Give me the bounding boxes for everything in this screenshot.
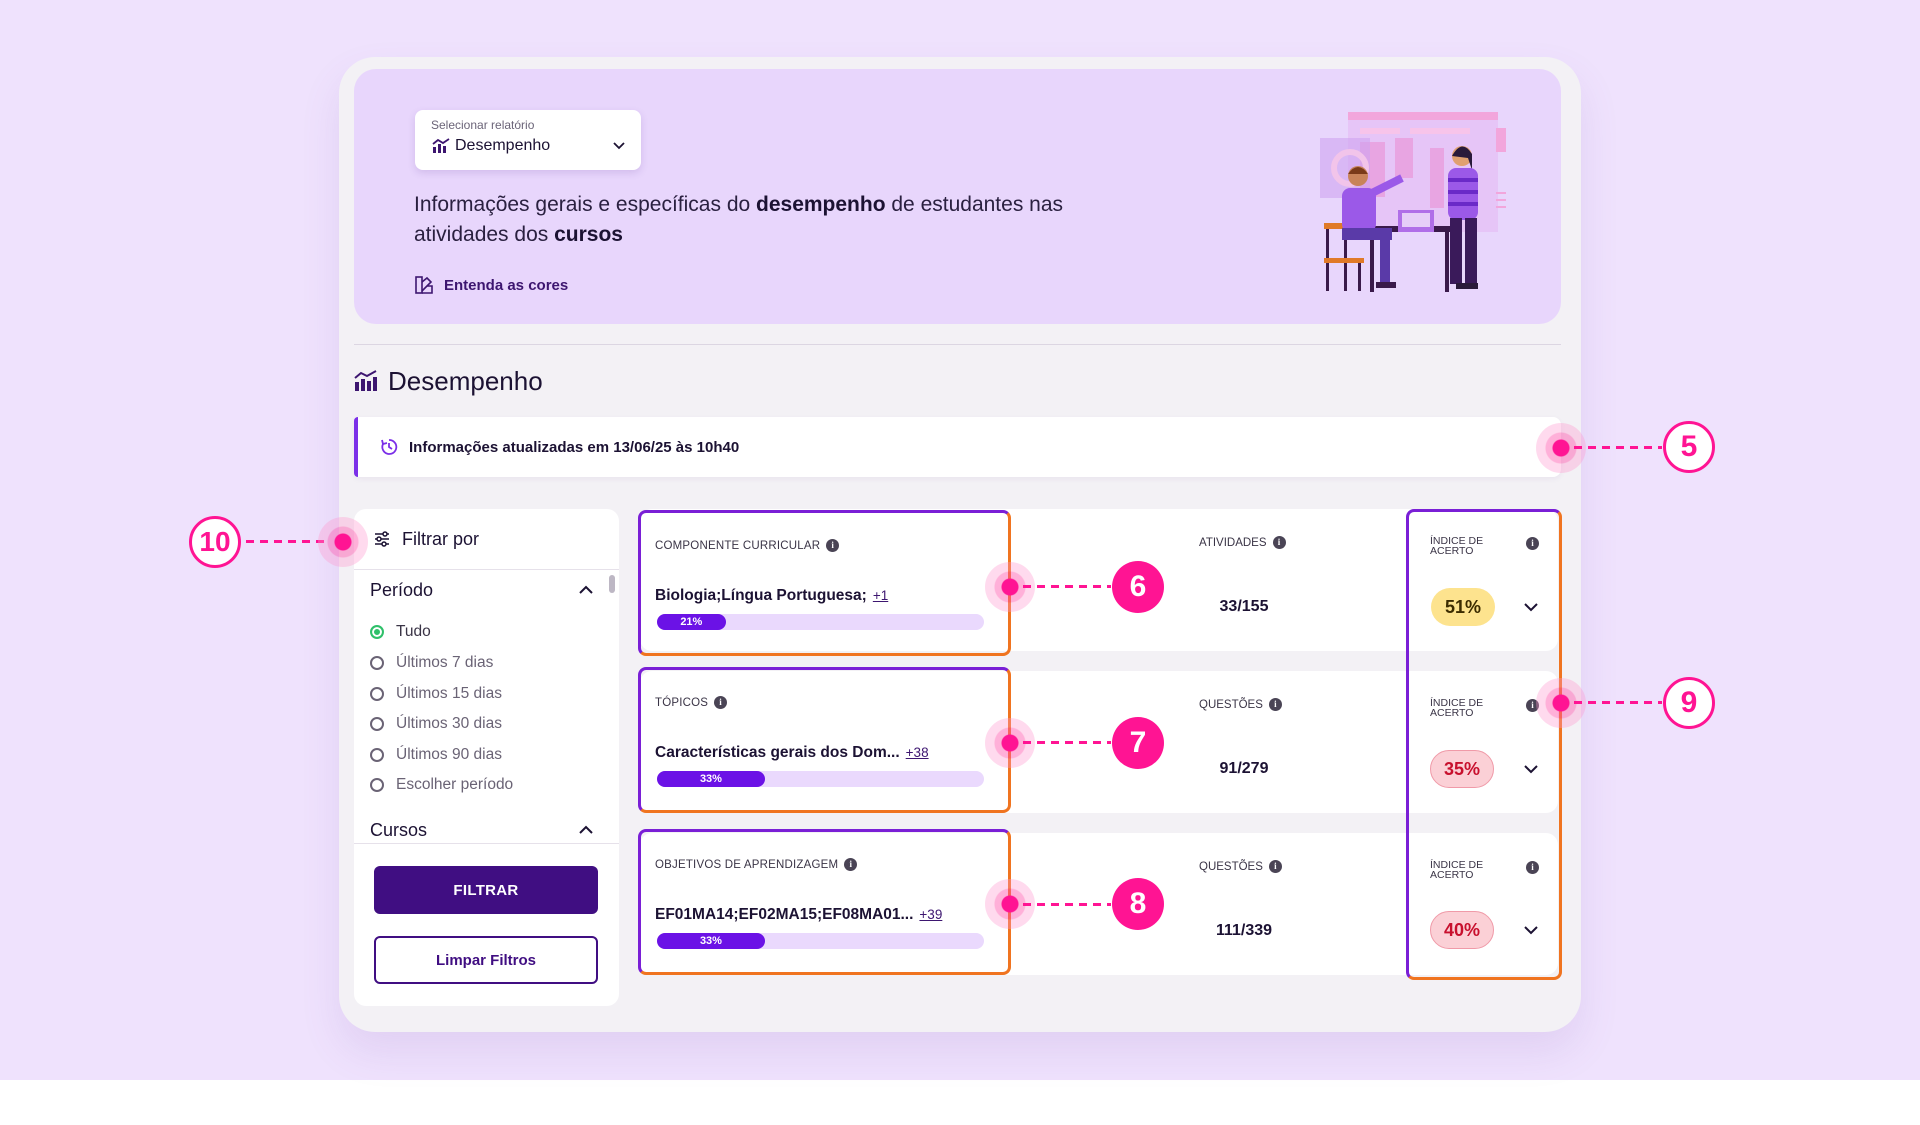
chevron-up-icon [579,585,593,594]
report-select-value: Desempenho [455,137,551,154]
curricular-component-label: COMPONENTE CURRICULAR i [655,539,840,552]
period-option-15-days[interactable]: Últimos 15 dias [370,684,502,704]
period-group-toggle[interactable]: Período [370,575,595,605]
callout-number: 6 [1112,561,1164,613]
callout-line [1023,585,1111,588]
more-topics-link[interactable]: +38 [906,745,929,760]
info-icon[interactable]: i [1526,861,1539,874]
courses-divider [354,843,619,844]
period-option-90-days[interactable]: Últimos 90 dias [370,745,502,765]
info-icon[interactable]: i [1268,860,1282,873]
chevron-down-icon[interactable] [1522,598,1540,616]
radio-selected-icon [370,625,384,639]
learning-objectives-label: OBJETIVOS DE APRENDIZAGEM i [655,858,858,871]
radio-icon [370,778,384,792]
radio-icon [370,717,384,731]
radio-icon [370,656,384,670]
callout-line [1023,903,1111,906]
questions-value: 91/279 [1219,760,1269,777]
callout-line [1023,741,1111,744]
questions-value: 111/339 [1215,922,1273,939]
activities-value: 33/155 [1219,598,1269,615]
chart-icon [354,370,377,391]
courses-label: Cursos [370,819,428,840]
progress-fill: 33% [657,933,765,949]
topics-value: Características gerais dos Dom... +38 [655,744,929,761]
callout-marker [318,517,368,567]
questions-label: QUESTÕES i [1199,860,1282,873]
info-icon[interactable]: i [1268,698,1282,711]
accuracy-label: ÍNDICE DE ACERTO [1430,697,1484,719]
chevron-down-icon [613,142,625,150]
period-option-30-days[interactable]: Últimos 30 dias [370,714,502,734]
update-info-bar: Informações atualizadas em 13/06/25 às 1… [354,417,1561,477]
callout-line [1574,446,1662,449]
report-select-dropdown[interactable]: Selecionar relatório Desempenho [415,110,641,170]
sliders-icon [375,531,389,547]
topics-label: TÓPICOS i [655,696,728,709]
learning-objectives-section: OBJETIVOS DE APRENDIZAGEM i EF01MA14;EF02… [638,829,1011,975]
report-select-label: Selecionar relatório [431,118,535,132]
period-option-7-days[interactable]: Últimos 7 dias [370,653,493,673]
chevron-down-icon[interactable] [1522,921,1540,939]
info-icon[interactable]: i [714,696,728,709]
callout-number: 7 [1112,717,1164,769]
section-title: Desempenho [354,364,543,398]
update-timestamp: Informações atualizadas em 13/06/25 às 1… [409,439,740,456]
section-divider [354,344,1561,345]
curricular-component-section: COMPONENTE CURRICULAR i Biologia;Língua P… [638,510,1011,656]
accuracy-badge: 40% [1430,911,1494,949]
filter-button[interactable]: FILTRAR [374,866,598,914]
curricular-progress-bar: 21% [657,614,984,630]
callout-line [246,540,324,543]
callout-line [1574,701,1662,704]
courses-group-toggle[interactable]: Cursos [370,815,595,845]
progress-fill: 33% [657,771,765,787]
learning-objectives-value: EF01MA14;EF02MA15;EF08MA01... +39 [655,906,943,923]
info-icon[interactable]: i [1272,536,1286,549]
radio-icon [370,748,384,762]
callout-number: 9 [1663,677,1715,729]
accuracy-badge: 35% [1430,750,1494,788]
progress-fill: 21% [657,614,726,630]
section-title-label: Desempenho [388,365,543,396]
questions-label: QUESTÕES i [1199,698,1282,711]
period-option-custom[interactable]: Escolher período [370,775,513,795]
chevron-up-icon [579,825,593,834]
accuracy-badge: 51% [1431,588,1495,626]
period-label: Período [370,579,434,600]
topics-section: TÓPICOS i Características gerais dos Dom.… [638,667,1011,813]
accuracy-label: ÍNDICE DE ACERTO [1430,859,1484,881]
understand-colors-link[interactable]: Entenda as cores [414,273,568,297]
info-icon[interactable]: i [826,539,840,552]
accuracy-label: ÍNDICE DE ACERTO [1430,535,1484,557]
clear-filters-button[interactable]: Limpar Filtros [374,936,598,984]
radio-icon [370,687,384,701]
activities-label: ATIVIDADES i [1199,536,1286,549]
callout-number: 10 [189,516,241,568]
refresh-clock-icon [381,439,398,455]
filter-panel: Filtrar por Período Tudo Últimos 7 dias … [354,509,619,1006]
topics-progress-bar: 33% [657,771,984,787]
palette-icon [415,276,433,294]
chevron-down-icon[interactable] [1522,760,1540,778]
objectives-progress-bar: 33% [657,933,984,949]
understand-colors-label: Entenda as cores [444,276,569,294]
curricular-component-value: Biologia;Língua Portuguesa; +1 [655,587,889,604]
accuracy-column-highlight [1406,509,1562,980]
callout-number: 5 [1663,421,1715,473]
more-components-link[interactable]: +1 [873,588,888,603]
filter-header-divider [354,569,619,570]
filter-header: Filtrar por [374,527,479,551]
filter-title: Filtrar por [402,528,480,549]
chart-icon [432,138,450,153]
more-objectives-link[interactable]: +39 [919,907,942,922]
period-option-all[interactable]: Tudo [370,622,431,642]
info-icon[interactable]: i [844,858,858,871]
report-description: Informações gerais e específicas do dese… [414,193,1064,246]
filter-scrollbar[interactable] [609,575,615,593]
callout-number: 8 [1112,878,1164,930]
people-illustration [1320,112,1506,292]
info-icon[interactable]: i [1526,537,1539,550]
